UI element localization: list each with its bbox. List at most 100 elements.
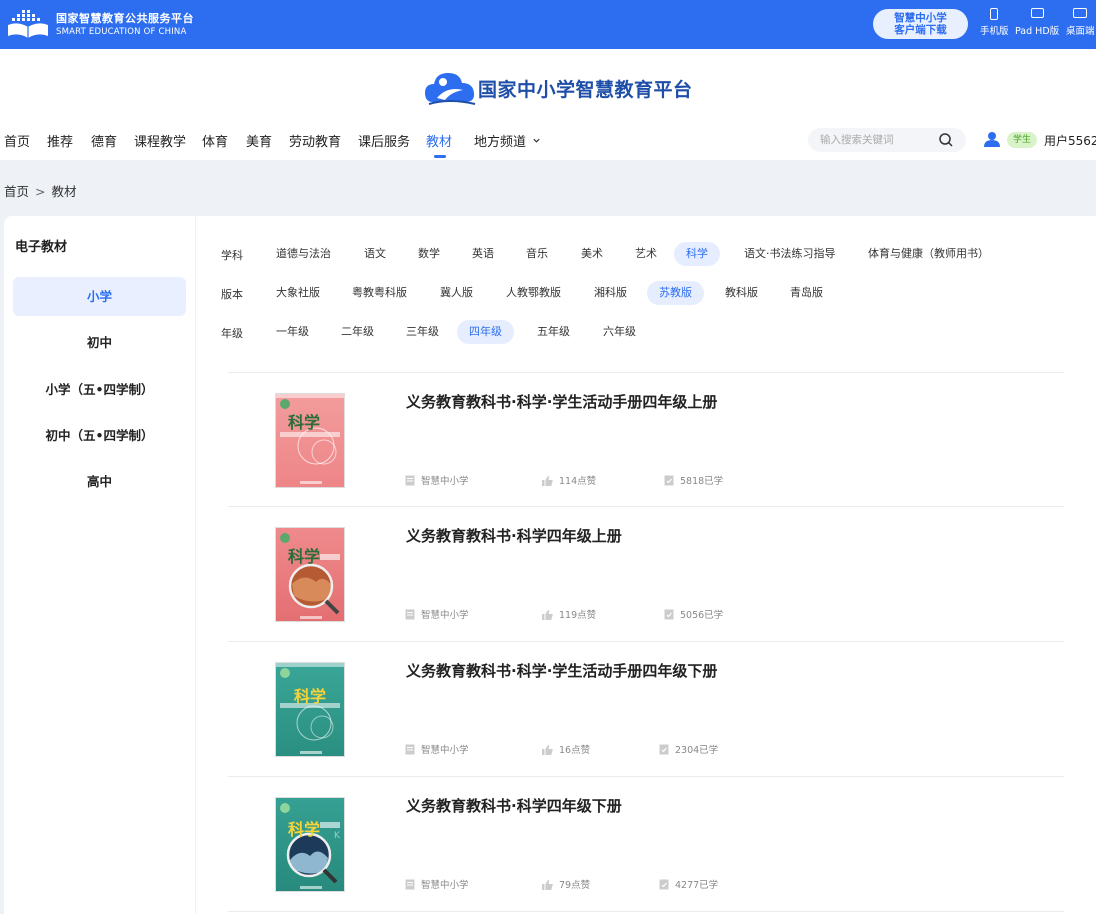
nav-item-afterschool[interactable]: 课后服务 [358, 131, 410, 150]
book-cover[interactable]: 科学 [275, 527, 345, 622]
book-learners-label: 2304已学 [675, 745, 719, 756]
brand[interactable]: 国家智慧教育公共服务平台 SMART EDUCATION OF CHINA [56, 12, 194, 39]
page-title[interactable]: 国家中小学智慧教育平台 [478, 75, 693, 102]
edition-chip[interactable]: 冀人版 [428, 281, 485, 305]
book-likes-label: 114点赞 [559, 476, 597, 487]
subject-chip[interactable]: 体育与健康（教师用书） [856, 242, 1001, 266]
subject-chip[interactable]: 音乐 [514, 242, 560, 266]
nav-item-home[interactable]: 首页 [4, 131, 30, 150]
breadcrumb-separator: > [35, 184, 46, 199]
sidebar-item-senior[interactable]: 高中 [13, 462, 186, 501]
subject-chip[interactable]: 艺术 [623, 242, 669, 266]
book-likes: 114点赞 [542, 473, 596, 487]
edition-chip[interactable]: 大象社版 [264, 281, 332, 305]
book-source: 智慧中小学 [405, 742, 469, 756]
edition-chip-active[interactable]: 苏教版 [647, 281, 704, 305]
nav-item-textbooks[interactable]: 教材 [426, 131, 452, 150]
thumbs-up-icon [542, 476, 553, 486]
document-icon [405, 879, 415, 890]
edition-chip[interactable]: 教科版 [713, 281, 770, 305]
site-header: 国家中小学智慧教育平台 首页 推荐 德育 课程教学 体育 美育 劳动教育 课后服… [0, 49, 1096, 160]
client-download-button[interactable]: 智慧中小学 客户端下载 [873, 9, 968, 39]
book-title[interactable]: 义务教育教科书·科学·学生活动手册四年级上册 [406, 391, 717, 412]
subject-chip[interactable]: 数学 [406, 242, 452, 266]
brand-name-en: SMART EDUCATION OF CHINA [56, 27, 187, 37]
book-title[interactable]: 义务教育教科书·科学四年级上册 [406, 525, 622, 546]
cover-art-icon: K [280, 803, 341, 889]
nav-item-courses[interactable]: 课程教学 [134, 131, 186, 150]
nav-item-recommend[interactable]: 推荐 [47, 131, 73, 150]
book-cover[interactable]: K 科学 [275, 797, 345, 892]
sidebar-item-primary-54[interactable]: 小学（五•四学制） [13, 370, 186, 409]
book-likes-label: 119点赞 [559, 610, 597, 621]
breadcrumb: 首页 > 教材 [4, 181, 77, 200]
book-item[interactable]: K 科学 义务教育教科书·科学四年级下册 智慧中小学 79点赞 4277已学 [228, 777, 1064, 911]
book-learners-label: 4277已学 [675, 880, 719, 891]
book-likes: 16点赞 [542, 742, 590, 756]
tablet-icon [1030, 8, 1044, 18]
username[interactable]: 用户5562 [1044, 132, 1096, 149]
book-title[interactable]: 义务教育教科书·科学四年级下册 [406, 795, 622, 816]
user-avatar-icon[interactable] [983, 130, 1001, 148]
search-input[interactable] [820, 132, 935, 148]
active-nav-indicator [434, 155, 446, 158]
learners-icon [659, 879, 669, 890]
book-cover[interactable]: 科学 [275, 393, 345, 488]
nav-item-labor[interactable]: 劳动教育 [289, 131, 341, 150]
grade-chip[interactable]: 二年级 [329, 320, 386, 344]
book-likes: 119点赞 [542, 607, 596, 621]
subject-filter-label: 学科 [221, 249, 243, 262]
thumbs-up-icon [542, 880, 553, 890]
book-item[interactable]: 科学 义务教育教科书·科学·学生活动手册四年级上册 智慧中小学 114点赞 58… [228, 373, 1064, 507]
cover-title: 科学 [288, 547, 321, 566]
subject-chip[interactable]: 道德与法治 [264, 242, 343, 266]
grade-chip[interactable]: 一年级 [264, 320, 321, 344]
cover-title: 科学 [288, 413, 321, 432]
search-icon[interactable] [938, 132, 954, 148]
book-title[interactable]: 义务教育教科书·科学·学生活动手册四年级下册 [406, 660, 717, 681]
sidebar-item-primary[interactable]: 小学 [13, 277, 186, 316]
book-item[interactable]: 科学 义务教育教科书·科学四年级上册 智慧中小学 119点赞 5056已学 [228, 507, 1064, 641]
brand-name-cn: 国家智慧教育公共服务平台 [56, 12, 194, 25]
grade-chip[interactable]: 五年级 [525, 320, 582, 344]
nav-item-arts[interactable]: 美育 [246, 131, 272, 150]
nav-item-local[interactable]: 地方频道 [474, 131, 541, 150]
book-source: 智慧中小学 [405, 877, 469, 891]
document-icon [405, 475, 415, 486]
subject-chip[interactable]: 语文 [352, 242, 398, 266]
platform-logo-icon[interactable] [6, 9, 50, 41]
grade-filter-label: 年级 [221, 327, 243, 340]
nav-item-sports[interactable]: 体育 [202, 131, 228, 150]
nav-item-moral[interactable]: 德育 [91, 131, 117, 150]
pad-version-label: Pad HD版 [1015, 26, 1060, 37]
grade-chip[interactable]: 六年级 [591, 320, 648, 344]
mobile-version-link[interactable]: 手机版 [980, 8, 1009, 37]
cloud-logo-icon[interactable] [423, 68, 477, 108]
edition-chip[interactable]: 粤教粤科版 [340, 281, 419, 305]
book-learners-label: 5056已学 [680, 610, 724, 621]
book-source: 智慧中小学 [405, 607, 469, 621]
sidebar-item-junior[interactable]: 初中 [13, 323, 186, 362]
subject-chip-active[interactable]: 科学 [674, 242, 720, 266]
pad-version-link[interactable]: Pad HD版 [1015, 8, 1059, 37]
chevron-down-icon [533, 138, 540, 143]
book-item[interactable]: 科学 义务教育教科书·科学·学生活动手册四年级下册 智慧中小学 16点赞 230… [228, 642, 1064, 776]
client-download-line1: 智慧中小学 [894, 12, 947, 24]
edition-chip[interactable]: 青岛版 [778, 281, 835, 305]
book-cover[interactable]: 科学 [275, 662, 345, 757]
book-learners: 2304已学 [659, 742, 718, 756]
subject-chip[interactable]: 英语 [460, 242, 506, 266]
subject-chip[interactable]: 语文·书法练习指导 [732, 242, 848, 266]
cover-title: 科学 [294, 687, 327, 706]
edition-chip[interactable]: 人教鄂教版 [494, 281, 573, 305]
desktop-version-link[interactable]: 桌面端 [1066, 8, 1095, 37]
book-source-label: 智慧中小学 [421, 476, 469, 487]
subject-chip[interactable]: 美术 [569, 242, 615, 266]
edition-chip[interactable]: 湘科版 [582, 281, 639, 305]
sidebar-item-junior-54[interactable]: 初中（五•四学制） [13, 416, 186, 455]
grade-chip[interactable]: 三年级 [394, 320, 451, 344]
book-source: 智慧中小学 [405, 473, 469, 487]
grade-chip-active[interactable]: 四年级 [457, 320, 514, 344]
book-likes: 79点赞 [542, 877, 590, 891]
breadcrumb-home[interactable]: 首页 [4, 184, 29, 199]
